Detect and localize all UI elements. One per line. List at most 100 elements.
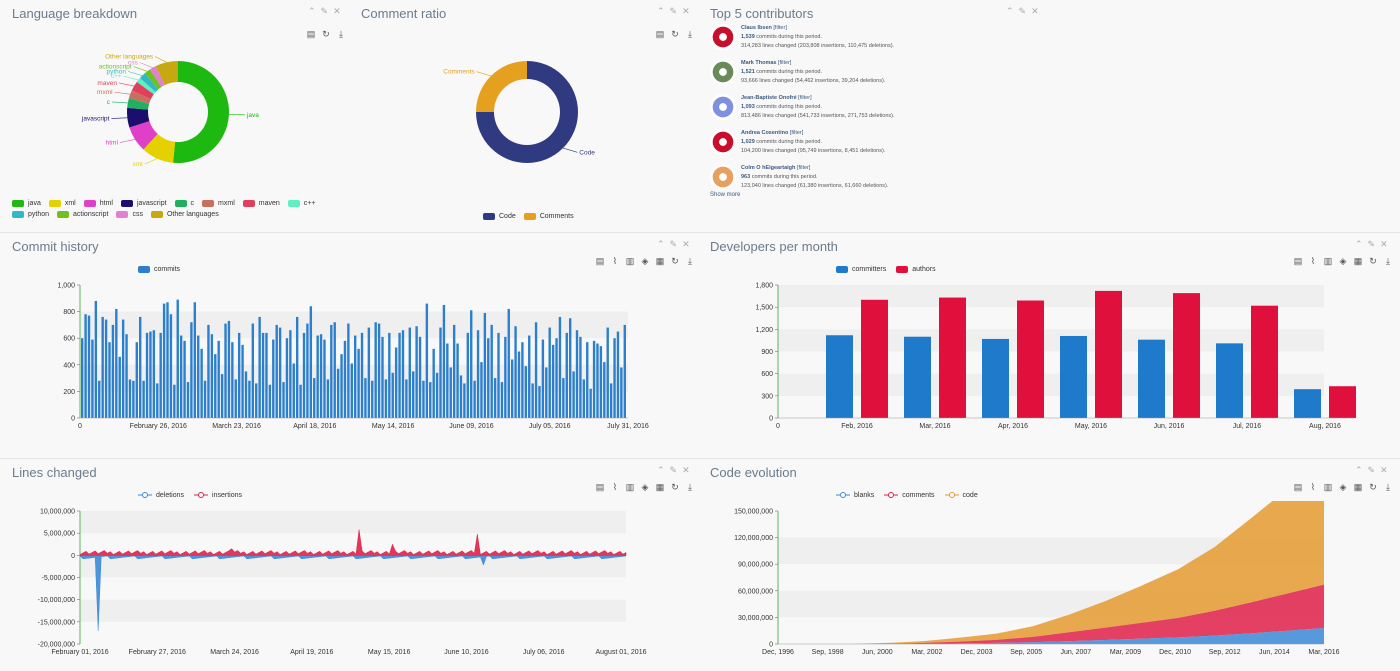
download-icon[interactable]: ⤓ bbox=[1383, 256, 1393, 266]
commit-bar[interactable] bbox=[364, 378, 366, 418]
legend-item[interactable]: blanks bbox=[836, 491, 874, 499]
commit-bar[interactable] bbox=[555, 338, 557, 418]
commit-bar[interactable] bbox=[125, 334, 127, 418]
commit-bar[interactable] bbox=[542, 340, 544, 418]
wrench-icon[interactable]: ✎ bbox=[1019, 6, 1027, 17]
commit-bar[interactable] bbox=[535, 322, 537, 418]
filter-link[interactable]: [filter] bbox=[790, 130, 803, 136]
commit-bar[interactable] bbox=[405, 379, 407, 418]
commit-bar[interactable] bbox=[112, 325, 114, 418]
bar-committers[interactable] bbox=[1060, 336, 1087, 418]
commit-bar[interactable] bbox=[108, 342, 110, 418]
legend-item[interactable]: html bbox=[84, 200, 113, 207]
bar-authors[interactable] bbox=[939, 298, 966, 418]
legend-item[interactable]: mxml bbox=[202, 200, 235, 207]
commit-bar[interactable] bbox=[460, 375, 462, 418]
contributor-name[interactable]: Claus Ibsen bbox=[741, 25, 772, 31]
bar-chart-icon[interactable]: ▥ bbox=[1323, 256, 1333, 266]
download-icon[interactable]: ⤓ bbox=[1383, 482, 1393, 492]
commit-bar[interactable] bbox=[381, 337, 383, 418]
legend-item[interactable]: code bbox=[945, 491, 978, 499]
grid-icon[interactable]: ▦ bbox=[1353, 482, 1363, 492]
commit-bar[interactable] bbox=[409, 328, 411, 418]
line-chart-icon[interactable]: ⌇ bbox=[1308, 256, 1318, 266]
commit-bar[interactable] bbox=[518, 352, 520, 419]
line-chart-icon[interactable]: ⌇ bbox=[610, 482, 620, 492]
commit-bar[interactable] bbox=[446, 344, 448, 418]
commit-bar[interactable] bbox=[303, 333, 305, 418]
commit-bar[interactable] bbox=[105, 320, 107, 418]
download-icon[interactable]: ⤓ bbox=[685, 482, 695, 492]
stack-icon[interactable]: ◈ bbox=[640, 482, 650, 492]
stack-icon[interactable]: ◈ bbox=[1338, 482, 1348, 492]
bar-authors[interactable] bbox=[1095, 291, 1122, 418]
commit-bar[interactable] bbox=[258, 317, 260, 418]
commit-bar[interactable] bbox=[610, 383, 612, 418]
legend-item[interactable]: insertions bbox=[194, 491, 242, 499]
wrench-icon[interactable]: ✎ bbox=[670, 239, 678, 250]
commit-bar[interactable] bbox=[415, 326, 417, 418]
commit-bar[interactable] bbox=[528, 336, 530, 418]
slice-comments[interactable] bbox=[476, 61, 527, 112]
commit-bar[interactable] bbox=[552, 345, 554, 418]
commit-bar[interactable] bbox=[412, 371, 414, 418]
contributor-name[interactable]: Mark Thomas bbox=[741, 60, 776, 66]
commit-bar[interactable] bbox=[248, 381, 250, 418]
commit-bar[interactable] bbox=[514, 326, 516, 418]
stack-icon[interactable]: ◈ bbox=[1338, 256, 1348, 266]
commit-bar[interactable] bbox=[494, 378, 496, 418]
commit-bar[interactable] bbox=[589, 389, 591, 418]
commit-bar[interactable] bbox=[156, 383, 158, 418]
legend-item[interactable]: javascript bbox=[121, 200, 167, 207]
document-icon[interactable]: ▤ bbox=[1293, 482, 1303, 492]
commit-bar[interactable] bbox=[538, 386, 540, 418]
commit-bar[interactable] bbox=[91, 340, 93, 418]
collapse-icon[interactable]: ⌃ bbox=[657, 239, 665, 250]
slice-java[interactable] bbox=[173, 61, 229, 163]
commit-bar[interactable] bbox=[296, 317, 298, 418]
commit-bar[interactable] bbox=[453, 325, 455, 418]
commit-bar[interactable] bbox=[224, 324, 226, 418]
legend-item[interactable]: xml bbox=[49, 200, 76, 207]
grid-icon[interactable]: ▦ bbox=[655, 482, 665, 492]
show-more-link[interactable]: Show more bbox=[710, 192, 740, 198]
collapse-icon[interactable]: ⌃ bbox=[1355, 465, 1363, 476]
commit-bar[interactable] bbox=[340, 354, 342, 418]
commit-bar[interactable] bbox=[432, 349, 434, 418]
stack-icon[interactable]: ◈ bbox=[640, 256, 650, 266]
commit-bar[interactable] bbox=[272, 340, 274, 418]
commit-bar[interactable] bbox=[286, 338, 288, 418]
commit-bar[interactable] bbox=[221, 374, 223, 418]
commit-bar[interactable] bbox=[163, 304, 165, 418]
commit-bar[interactable] bbox=[562, 378, 564, 418]
commit-bar[interactable] bbox=[241, 345, 243, 418]
commit-bar[interactable] bbox=[282, 382, 284, 418]
commit-bar[interactable] bbox=[497, 333, 499, 418]
commit-bar[interactable] bbox=[521, 342, 523, 418]
commit-bar[interactable] bbox=[142, 381, 144, 418]
commit-bar[interactable] bbox=[299, 385, 301, 418]
commit-bar[interactable] bbox=[265, 333, 267, 418]
legend-item[interactable]: Comments bbox=[524, 213, 574, 220]
bar-authors[interactable] bbox=[1251, 306, 1278, 418]
commit-bar[interactable] bbox=[132, 381, 134, 418]
legend-item[interactable]: python bbox=[12, 211, 49, 218]
download-icon[interactable]: ⤓ bbox=[685, 256, 695, 266]
insertions-area[interactable] bbox=[80, 530, 626, 556]
wrench-icon[interactable]: ✎ bbox=[1368, 465, 1376, 476]
commit-bar[interactable] bbox=[624, 325, 626, 418]
commit-bar[interactable] bbox=[183, 341, 185, 418]
commit-bar[interactable] bbox=[334, 322, 336, 418]
commit-bar[interactable] bbox=[194, 302, 196, 418]
commit-bar[interactable] bbox=[101, 317, 103, 418]
commit-bar[interactable] bbox=[269, 385, 271, 418]
commit-bar[interactable] bbox=[508, 309, 510, 418]
commit-bar[interactable] bbox=[320, 334, 322, 418]
commit-bar[interactable] bbox=[276, 325, 278, 418]
bar-committers[interactable] bbox=[1294, 389, 1321, 418]
commit-bar[interactable] bbox=[323, 340, 325, 418]
commit-bar[interactable] bbox=[361, 333, 363, 418]
commit-bar[interactable] bbox=[207, 325, 209, 418]
commit-bar[interactable] bbox=[576, 330, 578, 418]
commit-bar[interactable] bbox=[480, 362, 482, 418]
